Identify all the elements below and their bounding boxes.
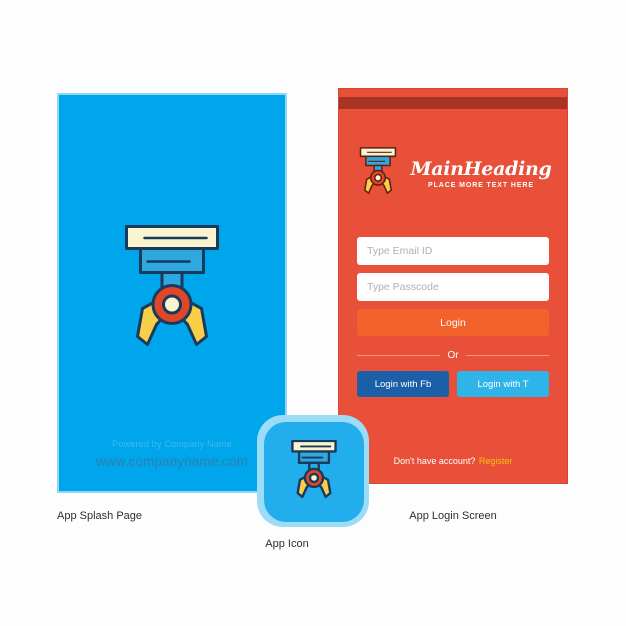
brand-text-block: MainHeading PLACE MORE TEXT HERE — [410, 158, 551, 189]
design-mockup-canvas: Powered by Company Name www.companyname.… — [0, 0, 626, 626]
divider-line-right — [465, 355, 550, 356]
caption-app-login-screen: App Login Screen — [409, 510, 497, 522]
or-divider: Or — [357, 350, 550, 361]
powered-by-text: Powered by Company Name — [112, 439, 232, 449]
or-label: Or — [447, 350, 459, 361]
social-login-row: Login with Fb Login with T — [357, 371, 549, 397]
main-heading: MainHeading — [410, 157, 552, 180]
caption-app-splash-page: App Splash Page — [57, 510, 143, 522]
register-link[interactable]: Register — [479, 456, 513, 466]
login-form: Login Or Login with Fb Login with T — [357, 237, 550, 397]
app-icon-tile[interactable] — [264, 422, 364, 522]
register-prompt-text: Don't have account? — [393, 456, 476, 466]
caption-app-icon: App Icon — [265, 538, 309, 550]
robot-claw-icon — [110, 225, 235, 360]
sub-heading: PLACE MORE TEXT HERE — [428, 181, 534, 189]
login-with-twitter-button[interactable]: Login with T — [457, 371, 549, 397]
app-splash-page: Powered by Company Name www.companyname.… — [57, 93, 287, 493]
company-website-text: www.companyname.com — [96, 454, 248, 469]
app-login-screen: MainHeading PLACE MORE TEXT HERE Login O… — [338, 88, 568, 484]
login-brand-block: MainHeading PLACE MORE TEXT HERE — [339, 147, 567, 199]
register-prompt-row: Don't have account? Register — [339, 456, 567, 466]
login-with-facebook-button[interactable]: Login with Fb — [357, 371, 449, 397]
email-field[interactable] — [357, 237, 549, 265]
passcode-field[interactable] — [357, 273, 549, 301]
status-bar — [339, 97, 567, 109]
robot-claw-icon — [284, 439, 344, 504]
robot-claw-icon — [354, 147, 402, 199]
divider-line-left — [357, 355, 441, 356]
splash-footer: Powered by Company Name www.companyname.… — [59, 439, 285, 469]
login-button[interactable]: Login — [357, 309, 549, 336]
